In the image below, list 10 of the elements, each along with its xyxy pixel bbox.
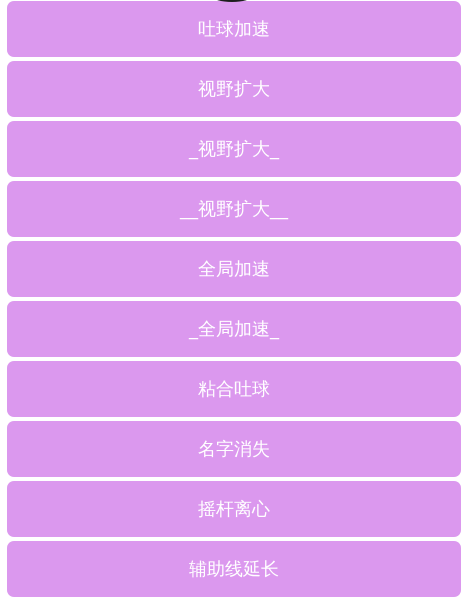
menu-button[interactable]: 吐球加速 [7,1,461,57]
menu-button[interactable]: 粘合吐球 [7,361,461,417]
menu-button[interactable]: 全局加速 [7,241,461,297]
menu-button[interactable]: _全局加速_ [7,301,461,357]
menu-button[interactable]: __视野扩大__ [7,181,461,237]
menu-button[interactable]: _视野扩大_ [7,121,461,177]
menu-button[interactable]: 视野扩大 [7,61,461,117]
menu-button[interactable]: 摇杆离心 [7,481,461,537]
menu-button[interactable]: 名字消失 [7,421,461,477]
menu-button[interactable]: 辅助线延长 [7,541,461,597]
